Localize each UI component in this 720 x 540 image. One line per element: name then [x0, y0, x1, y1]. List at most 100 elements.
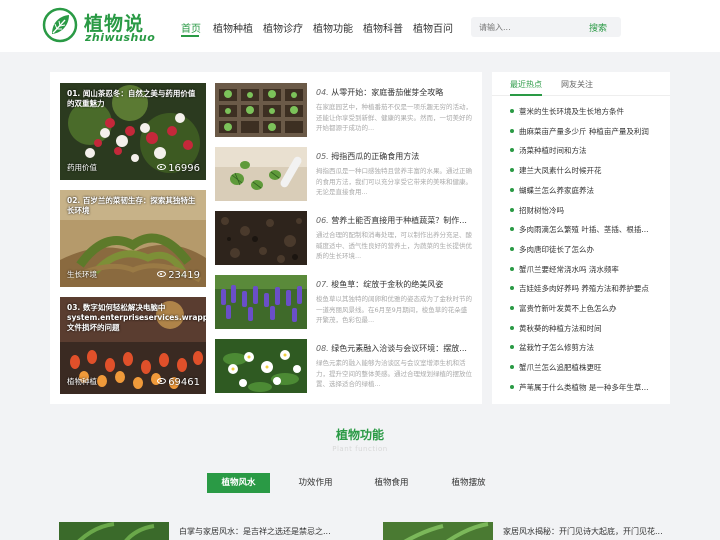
featured-title: 03. 数字如何轻松解决电脑中system.enterpriseservices… [67, 303, 206, 332]
hot-topic-item[interactable]: 芦苇属于什么类植物 是一种多年生草... [510, 382, 665, 393]
hot-topic-item[interactable]: 多肉唐印徒长了怎么办 [510, 244, 665, 255]
article-title[interactable]: 05. 拇指西瓜的正确食用方法 [316, 151, 472, 162]
hot-topic-item[interactable]: 多肉雨滴怎么繁殖 叶插、茎插、根插... [510, 224, 665, 235]
article-thumbnail[interactable] [59, 522, 169, 540]
hot-topic-item[interactable]: 富贵竹新叶发黄不上色怎么办 [510, 303, 665, 314]
hot-topic-label: 薏米的生长环境及生长地方条件 [519, 107, 624, 116]
article-title[interactable]: 04. 从零开始：家庭番茄催芽全攻略 [316, 87, 472, 98]
featured-category: 植物种植 [67, 377, 97, 386]
tab-plant-edible[interactable]: 植物食用 [360, 473, 423, 493]
tab-efficacy[interactable]: 功效作用 [284, 473, 347, 493]
search-input[interactable] [479, 21, 579, 33]
tab-plant-placement[interactable]: 植物摆放 [437, 473, 500, 493]
bullet-dot-icon [510, 187, 514, 192]
article-summary: 通过合理的配制和消毒处理，可以制作出养分充足、酸碱度适中、透气性良好的营养土，为… [316, 231, 472, 260]
leaf-logo-icon [42, 7, 78, 43]
article-summary: 梭鱼草以其独特的阔卵和优雅的姿态成为了金秋时节的一道亮丽风景线。在6月至9月期间… [316, 295, 472, 324]
featured-views: 69461 [157, 377, 200, 388]
article-summary: 绿色元素的融入能够为洽谈区与会议室增添生机和活力，提升空间的整体美感。通过合理规… [316, 359, 472, 388]
tab-active-indicator [510, 94, 542, 96]
hot-topic-label: 多肉唐印徒长了怎么办 [519, 244, 594, 254]
bullet-dot-icon [510, 128, 514, 133]
bullet-dot-icon [510, 345, 514, 350]
bullet-dot-icon [510, 227, 514, 232]
featured-card[interactable]: 01. 闻山茶忍冬：自然之美与药用价值的双重魅力 药用价值 16996 [60, 83, 206, 180]
hot-topic-label: 芦苇属于什么类植物 是一种多年生草... [519, 382, 649, 392]
hot-topic-item[interactable]: 蟹爪兰怎么追肥植株更旺 [510, 362, 665, 373]
bullet-dot-icon [510, 246, 514, 251]
hot-topic-label: 吉娃娃多肉好养吗 养殖方法和养护要点 [519, 284, 649, 294]
pickerelweed-photo [215, 275, 307, 329]
bullet-dot-icon [510, 325, 514, 330]
article-panel: 01. 闻山茶忍冬：自然之美与药用价值的双重魅力 药用价值 16996 02. … [50, 72, 482, 404]
logo-pinyin: zhiwushuo [85, 31, 156, 44]
featured-title: 02. 百岁兰的菜韧生存：探索其独特生长环境 [67, 196, 196, 215]
hot-topic-label: 汤菜种植时间和方法 [519, 146, 587, 156]
bullet-dot-icon [510, 306, 514, 310]
soil-photo [215, 211, 307, 265]
white-flowers-photo [215, 339, 307, 393]
featured-category: 生长环境 [67, 270, 97, 279]
hot-topic-label: 盆栽竹子怎么修剪方法 [519, 343, 594, 353]
mini-watermelon-photo [215, 147, 307, 201]
article-title[interactable]: 家居风水揭秘：开门见诗大起底，开门见花... [503, 526, 663, 537]
hot-topic-item[interactable]: 建兰大凤素什么时候开花 [510, 165, 665, 176]
article-thumbnail[interactable] [215, 275, 307, 329]
featured-title: 01. 闻山茶忍冬：自然之美与药用价值的双重魅力 [67, 89, 196, 108]
hot-topic-label: 多肉雨滴怎么繁殖 叶插、茎插、根插... [519, 225, 649, 235]
bullet-dot-icon [510, 148, 514, 153]
bullet-dot-icon [510, 207, 514, 212]
bullet-dot-icon [510, 384, 514, 389]
nav-home[interactable]: 首页 [181, 20, 201, 35]
hot-topic-label: 曲麻菜亩产量多少斤 种植亩产量及利润 [519, 126, 649, 136]
article-title[interactable]: 07. 梭鱼草：绽放于金秋的绝美风姿 [316, 279, 472, 290]
nav-plant-function[interactable]: 植物功能 [313, 20, 353, 35]
hot-topic-label: 招财树怡冷吗 [519, 205, 564, 215]
nav-plant-growing[interactable]: 植物种植 [213, 20, 253, 35]
article-thumbnail[interactable] [215, 83, 307, 137]
sidebar-tabs: 最近热点 网友关注 [492, 72, 670, 96]
article-thumbnail[interactable] [215, 339, 307, 393]
bullet-dot-icon [510, 109, 514, 113]
hot-topic-item[interactable]: 曲麻菜亩产量多少斤 种植亩产量及利润 [510, 126, 665, 137]
hot-topic-item[interactable]: 薏米的生长环境及生长地方条件 [510, 106, 665, 117]
featured-category: 药用价值 [67, 163, 97, 172]
eye-icon [157, 271, 167, 277]
section-subtitle: Plant function [332, 445, 388, 453]
bullet-dot-icon [510, 168, 514, 173]
hot-topic-item[interactable]: 蟹爪兰要经常浇水吗 浇水频率 [510, 264, 665, 275]
tab-plant-fengshui[interactable]: 植物风水 [207, 473, 270, 493]
nav-active-indicator [181, 35, 199, 37]
hot-topic-item[interactable]: 招财树怡冷吗 [510, 205, 665, 216]
bullet-dot-icon [510, 286, 514, 291]
nav-plant-science[interactable]: 植物科普 [363, 20, 403, 35]
site-header: 植物说 zhiwushuo 首页 植物种植 植物诊疗 植物功能 植物科普 植物百… [0, 0, 720, 52]
article-summary: 拇指西瓜是一种口感独特且营养丰富的水果。通过正确的食用方法，我们可以充分享受它带… [316, 167, 472, 196]
article-title[interactable]: 白掌与家居风水：是吉祥之选还是禁忌之... [179, 526, 331, 537]
article-thumbnail[interactable] [215, 211, 307, 265]
featured-card[interactable]: 03. 数字如何轻松解决电脑中system.enterpriseservices… [60, 297, 206, 394]
bullet-dot-icon [510, 365, 514, 370]
hot-topic-item[interactable]: 吉娃娃多肉好养吗 养殖方法和养护要点 [510, 283, 665, 294]
search-button[interactable]: 搜索 [589, 21, 607, 34]
article-title[interactable]: 08. 绿色元素融入洽谈与会议环境：摆放... [316, 343, 472, 354]
hot-topic-label: 富贵竹新叶发黄不上色怎么办 [519, 304, 617, 313]
nav-plant-qa[interactable]: 植物百问 [413, 20, 453, 35]
hot-topic-item[interactable]: 黄秋葵的种植方法和时间 [510, 323, 665, 334]
nav-plant-diagnosis[interactable]: 植物诊疗 [263, 20, 303, 35]
bullet-dot-icon [510, 266, 514, 271]
plant-leaves-photo [383, 522, 493, 540]
eye-icon [157, 378, 167, 384]
tab-user-focus[interactable]: 网友关注 [561, 79, 593, 90]
featured-views: 16996 [157, 163, 200, 174]
plant-leaves-photo [59, 522, 169, 540]
featured-card[interactable]: 02. 百岁兰的菜韧生存：探索其独特生长环境 生长环境 23419 [60, 190, 206, 287]
article-thumbnail[interactable] [215, 147, 307, 201]
hot-topic-item[interactable]: 汤菜种植时间和方法 [510, 145, 665, 156]
article-title[interactable]: 06. 营养土能否直接用于种植蔬菜？制作... [316, 215, 472, 226]
hot-topic-item[interactable]: 盆栽竹子怎么修剪方法 [510, 342, 665, 353]
hot-topic-item[interactable]: 蝴蝶兰怎么养家庭养法 [510, 185, 665, 196]
tab-recent-hot[interactable]: 最近热点 [510, 79, 542, 90]
article-thumbnail[interactable] [383, 522, 493, 540]
site-logo[interactable]: 植物说 zhiwushuo [42, 7, 182, 45]
